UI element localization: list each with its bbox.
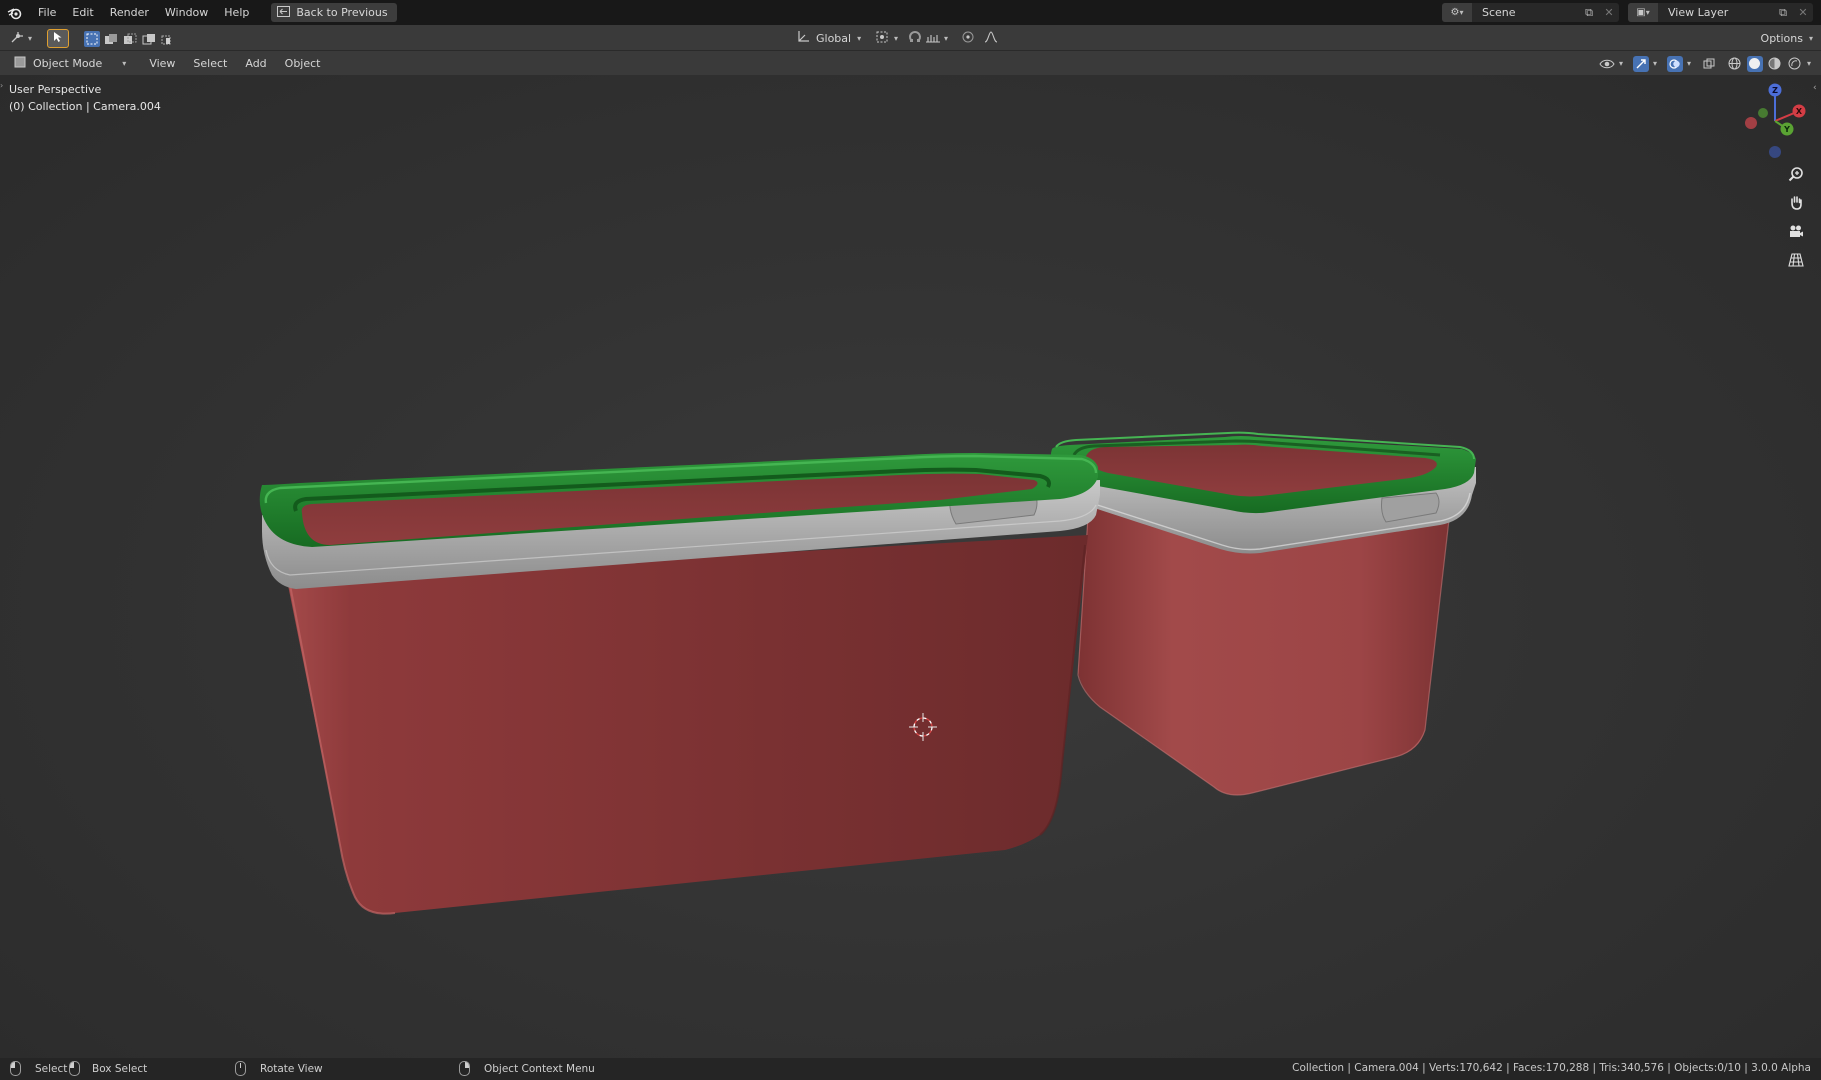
right-mouse-icon <box>459 1061 470 1076</box>
close-view-layer-icon[interactable]: ✕ <box>1793 6 1813 19</box>
shading-dropdown-caret[interactable]: ▾ <box>1807 59 1811 68</box>
svg-text:Y: Y <box>1783 125 1790 134</box>
status-box-select-hint: Box Select <box>69 1061 147 1076</box>
left-mouse-icon <box>10 1061 21 1076</box>
zoom-icon[interactable] <box>1785 163 1807 185</box>
menu-file[interactable]: File <box>30 0 64 25</box>
object-mode-icon <box>13 55 27 72</box>
viewport-header: Object Mode ▾ View Select Add Object ▾ ▾… <box>0 51 1821 75</box>
status-bar: Select Box Select Rotate View Object Con… <box>0 1058 1821 1080</box>
gizmo-neg-y[interactable] <box>1758 108 1768 118</box>
drag-mouse-icon <box>69 1061 80 1076</box>
scene-selector[interactable]: ⚙ ▾ Scene ⧉ ✕ <box>1442 3 1619 22</box>
status-rotate-view-label: Rotate View <box>260 1062 323 1075</box>
pan-hand-icon[interactable] <box>1785 191 1807 213</box>
menu-window[interactable]: Window <box>157 0 216 25</box>
gizmo-neg-z[interactable] <box>1769 146 1781 158</box>
transform-orientation-dropdown[interactable]: Global ▾ <box>790 29 867 48</box>
svg-text:X: X <box>1796 107 1803 116</box>
viewport-shading-controls: ▾ ▾ ▾ ▾ <box>1599 54 1811 73</box>
rendered-shading-icon[interactable] <box>1787 56 1803 72</box>
menu-view[interactable]: View <box>140 57 184 70</box>
3d-viewport[interactable]: User Perspective (0) Collection | Camera… <box>0 75 1821 1058</box>
object-mode-dropdown[interactable]: Object Mode ▾ <box>9 53 135 73</box>
status-context-menu-label: Object Context Menu <box>484 1062 595 1075</box>
camera-view-icon[interactable] <box>1785 220 1807 242</box>
navigation-gizmo[interactable]: Z X Y <box>1737 83 1813 159</box>
snapping-group: ▾ <box>908 29 948 48</box>
back-icon <box>277 5 291 20</box>
overlays-dropdown-caret[interactable]: ▾ <box>1687 59 1691 68</box>
scene-statistics: Collection | Camera.004 | Verts:170,642 … <box>1292 1062 1811 1074</box>
menu-add[interactable]: Add <box>236 57 275 70</box>
view-layer-name[interactable]: View Layer <box>1658 6 1773 19</box>
menu-render[interactable]: Render <box>102 0 157 25</box>
back-to-previous-button[interactable]: Back to Previous <box>271 3 397 22</box>
pivot-point-dropdown[interactable]: ▾ <box>874 29 898 48</box>
select-tool-button[interactable] <box>47 29 69 48</box>
view-layer-selector[interactable]: ▣ ▾ View Layer ⧉ ✕ <box>1628 3 1813 22</box>
transform-tool-icon <box>10 30 26 47</box>
pivot-point-icon <box>874 30 890 47</box>
svg-text:Z: Z <box>1772 86 1778 95</box>
invert-selection-icon[interactable] <box>141 31 157 47</box>
duplicate-scene-icon[interactable]: ⧉ <box>1579 6 1599 20</box>
top-menu-bar: File Edit Render Window Help Back to Pre… <box>0 0 1821 25</box>
right-container-mesh[interactable] <box>1049 431 1476 796</box>
menu-edit[interactable]: Edit <box>64 0 101 25</box>
gizmo-dropdown-caret[interactable]: ▾ <box>1653 59 1657 68</box>
tool-settings-bar: ▾ Global ▾ ▾ ▾ Options ▾ <box>0 25 1821 51</box>
subtract-selection-icon[interactable] <box>122 31 138 47</box>
status-box-select-label: Box Select <box>92 1062 148 1075</box>
solid-shading-icon[interactable] <box>1746 55 1763 72</box>
scene-render <box>259 431 1476 915</box>
snap-toggle-icon[interactable] <box>908 30 922 47</box>
menu-object[interactable]: Object <box>276 57 330 70</box>
overlays-toggle-icon[interactable] <box>1666 55 1683 72</box>
proportional-editing-icon[interactable] <box>962 31 974 46</box>
blender-logo-icon[interactable] <box>0 0 30 25</box>
extend-selection-icon[interactable] <box>103 31 119 47</box>
selection-mode-group <box>84 29 176 48</box>
gizmo-neg-x[interactable] <box>1745 117 1757 129</box>
perspective-toggle-icon[interactable] <box>1785 249 1807 271</box>
duplicate-view-layer-icon[interactable]: ⧉ <box>1773 6 1793 20</box>
status-select-hint: Select <box>10 1061 67 1076</box>
snap-dropdown-caret[interactable]: ▾ <box>944 34 948 43</box>
proportional-editing-group <box>962 29 998 48</box>
close-scene-icon[interactable]: ✕ <box>1599 6 1619 19</box>
orientation-axes-icon <box>796 30 810 47</box>
visibility-eye-icon[interactable] <box>1599 56 1615 72</box>
new-selection-icon[interactable] <box>84 30 100 47</box>
object-mode-label: Object Mode <box>33 56 103 70</box>
intersect-selection-icon[interactable] <box>160 31 176 47</box>
middle-mouse-icon <box>235 1061 246 1076</box>
status-select-label: Select <box>35 1062 68 1075</box>
view-layer-icon[interactable]: ▣ ▾ <box>1628 3 1658 22</box>
status-rotate-view-hint: Rotate View <box>235 1061 323 1076</box>
options-label: Options <box>1760 32 1803 45</box>
left-container-mesh[interactable] <box>259 453 1100 915</box>
material-preview-shading-icon[interactable] <box>1767 56 1783 72</box>
scene-icon[interactable]: ⚙ ▾ <box>1442 3 1472 22</box>
tool-settings-dropdown[interactable]: ▾ <box>10 29 32 48</box>
sidebar-expand-arrow-icon[interactable]: ‹ <box>1813 83 1821 93</box>
falloff-curve-icon[interactable] <box>984 31 998 46</box>
orientation-label: Global <box>816 32 852 45</box>
scene-name[interactable]: Scene <box>1472 6 1579 19</box>
cursor-icon <box>53 31 63 46</box>
snap-target-icon[interactable] <box>925 30 941 47</box>
back-to-previous-label: Back to Previous <box>296 6 388 19</box>
xray-toggle-icon[interactable] <box>1701 56 1717 72</box>
gizmo-toggle-icon[interactable] <box>1632 55 1649 72</box>
visibility-dropdown-caret[interactable]: ▾ <box>1619 59 1623 68</box>
menu-help[interactable]: Help <box>216 0 257 25</box>
wireframe-shading-icon[interactable] <box>1727 56 1743 72</box>
menu-select[interactable]: Select <box>184 57 236 70</box>
status-context-menu-hint: Object Context Menu <box>459 1061 595 1076</box>
options-dropdown[interactable]: Options ▾ <box>1761 29 1813 48</box>
